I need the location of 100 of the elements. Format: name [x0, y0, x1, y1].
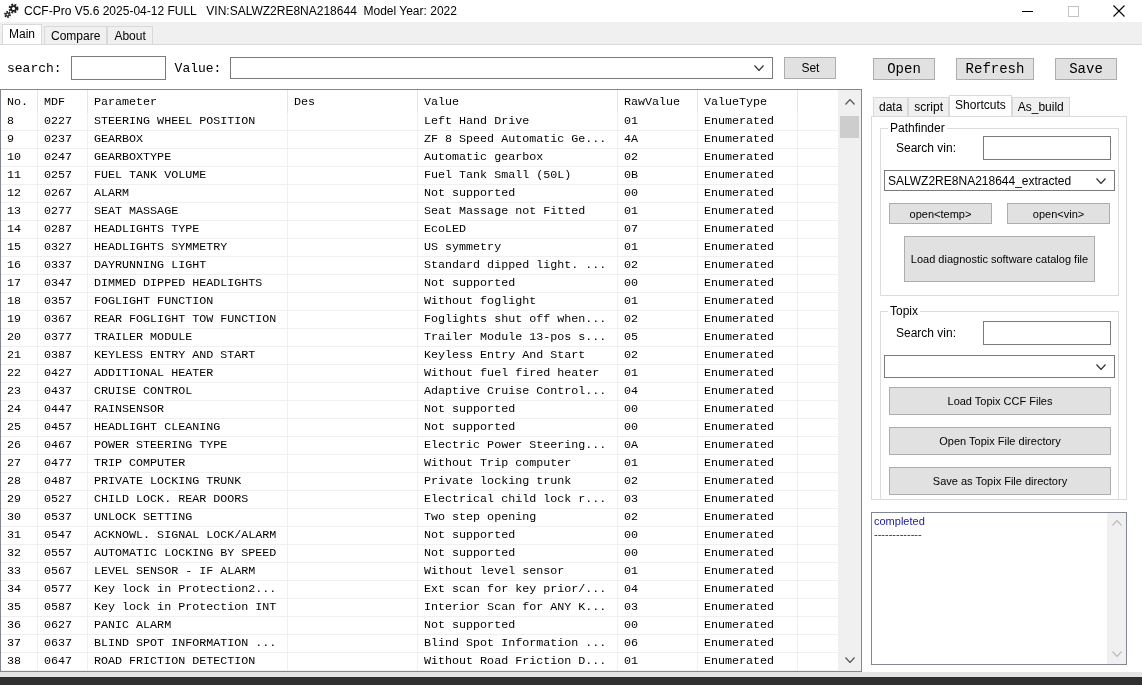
tab[interactable]: About [107, 26, 153, 44]
table-cell-text: Adaptive Cruise Control... [423, 383, 608, 400]
vin-search-field[interactable] [983, 136, 1111, 160]
column-header[interactable]: Value [418, 90, 618, 113]
table-cell-text: Without Trip computer [423, 455, 573, 472]
value-dropdown[interactable] [230, 57, 774, 79]
table-cell-text: 01 [623, 113, 640, 130]
table-cell-text: Without foglight [423, 293, 538, 310]
table-cell-text: 0327 [43, 239, 74, 256]
table-cell-text: 01 [623, 653, 640, 670]
vertical-scrollbar[interactable] [838, 90, 861, 671]
table-cell-text: 00 [623, 275, 640, 292]
file-button[interactable]: Open [873, 58, 935, 80]
table-cell-text: Ext scan for key prior/... [423, 581, 608, 598]
table-cell-text: 20 [6, 329, 23, 346]
tab[interactable]: Main [2, 24, 42, 44]
table-cell-text: Enumerated [703, 113, 776, 130]
table-cell-text: Automatic gearbox [423, 149, 545, 166]
file-dropdown[interactable] [884, 355, 1115, 378]
table-cell-text: 36 [6, 617, 23, 634]
tab[interactable]: As_build [1011, 97, 1070, 116]
tab[interactable]: Shortcuts [949, 95, 1012, 116]
table-cell-text: 0427 [43, 365, 74, 382]
table-cell-text: DAYRUNNING LIGHT [93, 257, 208, 274]
table-cell-text: 0487 [43, 473, 74, 490]
table-cell-text: 01 [623, 293, 640, 310]
table-cell-text: 12 [6, 185, 23, 202]
table-cell-text: 01 [623, 563, 640, 580]
set-button[interactable]: Set [784, 57, 837, 79]
table-cell-text: 11 [6, 167, 23, 184]
load-catalog-button[interactable]: Load diagnostic software catalog file [904, 236, 1095, 282]
topix-button[interactable]: Load Topix CCF Files [889, 387, 1111, 415]
table-cell-text: REAR FOGLIGHT TOW FUNCTION [93, 311, 278, 328]
table-cell-text: 07 [623, 221, 640, 238]
open-button[interactable]: open<temp> [889, 203, 992, 224]
tab[interactable]: script [908, 97, 950, 116]
table-cell-text: 17 [6, 275, 23, 292]
table-cell-text: ROAD FRICTION DETECTION [93, 653, 257, 670]
topix-button[interactable]: Save as Topix File directory [889, 467, 1111, 495]
table-cell-text: Enumerated [703, 653, 776, 670]
table-cell-text: TRAILER MODULE [93, 329, 194, 346]
tab[interactable]: data [873, 97, 909, 116]
table-cell-text: AUTOMATIC LOCKING BY SPEED [93, 545, 278, 562]
file-button[interactable]: Refresh [955, 58, 1035, 80]
table-cell-text: 0277 [43, 203, 74, 220]
table-cell-text: 22 [6, 365, 23, 382]
column-header[interactable]: ValueType [698, 90, 798, 113]
table-cell-text: 26 [6, 437, 23, 454]
table-cell-text: Enumerated [703, 581, 776, 598]
table-cell-text: 0A [623, 437, 640, 454]
table-cell-text: 8 [6, 113, 15, 130]
open-button[interactable]: open<vin> [1007, 203, 1110, 224]
table-cell-text: 0347 [43, 275, 74, 292]
column-header[interactable]: MDF [38, 90, 88, 113]
table-cell-text: 05 [623, 329, 640, 346]
vin-search-field[interactable] [983, 321, 1111, 345]
search-vin-label: Search vin: [896, 326, 957, 340]
table-cell-text: 30 [6, 509, 23, 526]
column-header[interactable]: Des [288, 90, 418, 113]
tab[interactable]: Compare [44, 26, 108, 44]
table-cell-text: 0577 [43, 581, 74, 598]
table-cell-text: Enumerated [703, 311, 776, 328]
table-cell-text: 02 [623, 257, 640, 274]
table-cell-text: Enumerated [703, 365, 776, 382]
column-header[interactable]: RawValue [618, 90, 698, 113]
table-cell-text: Key lock in Protection INT [93, 599, 278, 616]
table-cell-text: 31 [6, 527, 23, 544]
column-header[interactable]: Parameter [88, 90, 288, 113]
table-cell-text: 0227 [43, 113, 74, 130]
table-cell-text: FOGLIGHT FUNCTION [93, 293, 215, 310]
table-cell-text: 19 [6, 311, 23, 328]
table-cell-text: US symmetry [423, 239, 503, 256]
table-cell-text: 01 [623, 203, 640, 220]
column-header[interactable]: No. [1, 90, 38, 113]
table-cell-text: 0237 [43, 131, 74, 148]
maximize-icon [1067, 5, 1079, 17]
table-cell-text: 21 [6, 347, 23, 364]
table-cell-text: Enumerated [703, 347, 776, 364]
table-cell-text: Enumerated [703, 617, 776, 634]
table-cell-text: 04 [623, 383, 640, 400]
table-cell-text: 24 [6, 401, 23, 418]
table-cell-text: Enumerated [703, 455, 776, 472]
table-cell-text: 35 [6, 599, 23, 616]
group-title: Pathfinder [889, 121, 946, 135]
table-cell-text: Enumerated [703, 563, 776, 580]
table-cell-text: Enumerated [703, 239, 776, 256]
file-dropdown[interactable]: SALWZ2RE8NA218644_extracted [884, 170, 1115, 191]
scrollbar-thumb[interactable] [840, 116, 859, 138]
table-cell-text: 0267 [43, 185, 74, 202]
file-button[interactable]: Save [1055, 58, 1117, 80]
topix-button[interactable]: Open Topix File directory [889, 427, 1111, 455]
table-cell-text: 4A [623, 131, 640, 148]
table-cell-text: 0457 [43, 419, 74, 436]
table-cell-text: PANIC ALARM [93, 617, 173, 634]
table-cell-text: Enumerated [703, 221, 776, 238]
table-cell-text: Enumerated [703, 635, 776, 652]
search-field[interactable] [70, 56, 166, 80]
table-cell-text: ACKNOWL. SIGNAL LOCK/ALARM [93, 527, 278, 544]
vertical-scrollbar[interactable] [1107, 513, 1126, 664]
table-cell-text: 16 [6, 257, 23, 274]
